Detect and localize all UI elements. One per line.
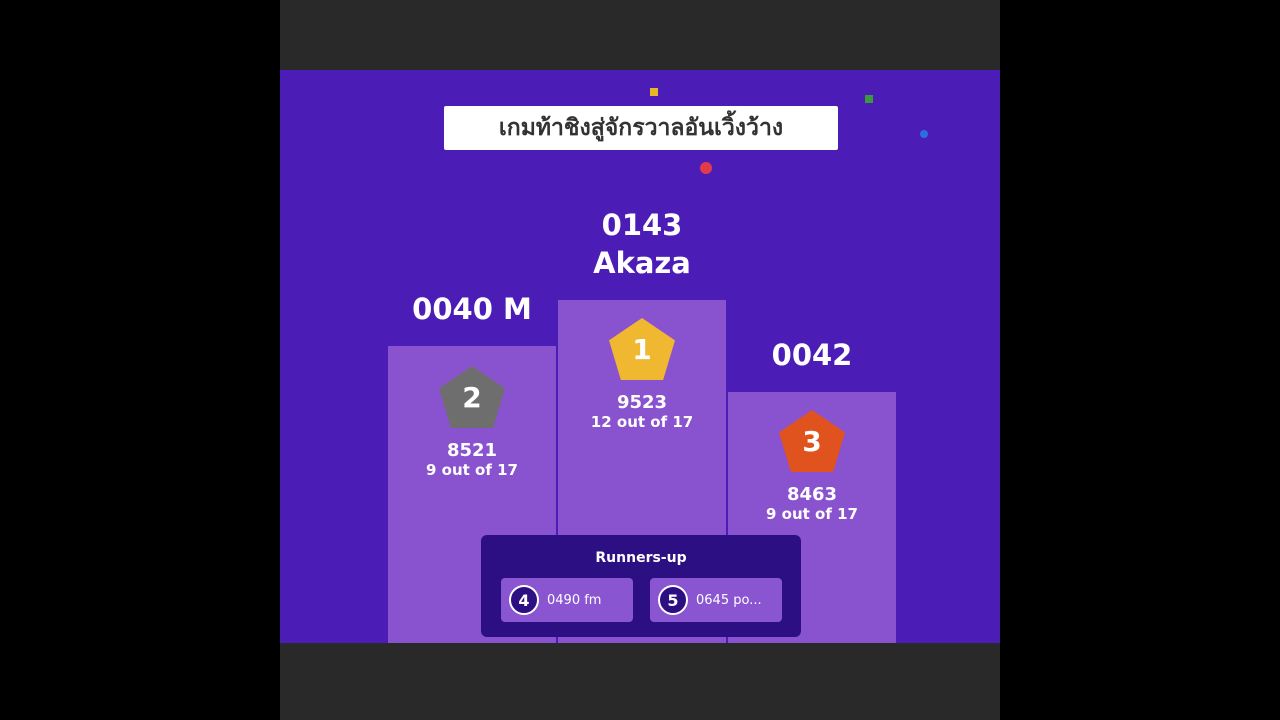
runner-up-name: 0490 fm bbox=[547, 592, 602, 608]
first-place-name: Akaza bbox=[593, 246, 691, 280]
runners-up-title: Runners-up bbox=[595, 550, 687, 566]
third-score: 8463 bbox=[786, 484, 838, 505]
runner-up-name: 0645 po... bbox=[696, 592, 762, 608]
leaderboard-stage: เกมท้าชิงสู่จักรวาลอันเวิ้งว้าง 0040 M 2… bbox=[280, 70, 1000, 643]
rank-5-icon: 5 bbox=[658, 585, 688, 615]
first-correct: 12 out of 17 bbox=[590, 413, 694, 431]
runners-up-panel: Runners-up 4 0490 fm 5 0645 po... bbox=[481, 535, 801, 637]
runner-up-item: 4 0490 fm bbox=[501, 578, 633, 622]
second-correct: 9 out of 17 bbox=[426, 461, 518, 479]
confetti bbox=[700, 162, 712, 174]
third-place-name: 0042 bbox=[771, 338, 853, 372]
rank-3-badge-icon: 3 bbox=[779, 410, 845, 472]
rank-4-icon: 4 bbox=[509, 585, 539, 615]
third-correct: 9 out of 17 bbox=[766, 505, 858, 523]
confetti bbox=[865, 95, 873, 103]
rank-1-badge-icon: 1 bbox=[609, 318, 675, 380]
rank-2-badge-icon: 2 bbox=[439, 366, 505, 428]
runner-up-item: 5 0645 po... bbox=[650, 578, 782, 622]
first-place-id: 0143 bbox=[601, 208, 683, 242]
second-score: 8521 bbox=[446, 440, 498, 461]
game-title: เกมท้าชิงสู่จักรวาลอันเวิ้งว้าง bbox=[444, 106, 838, 150]
confetti bbox=[650, 88, 658, 96]
confetti bbox=[920, 130, 928, 138]
second-place-name: 0040 M bbox=[412, 292, 532, 326]
first-score: 9523 bbox=[616, 392, 668, 413]
